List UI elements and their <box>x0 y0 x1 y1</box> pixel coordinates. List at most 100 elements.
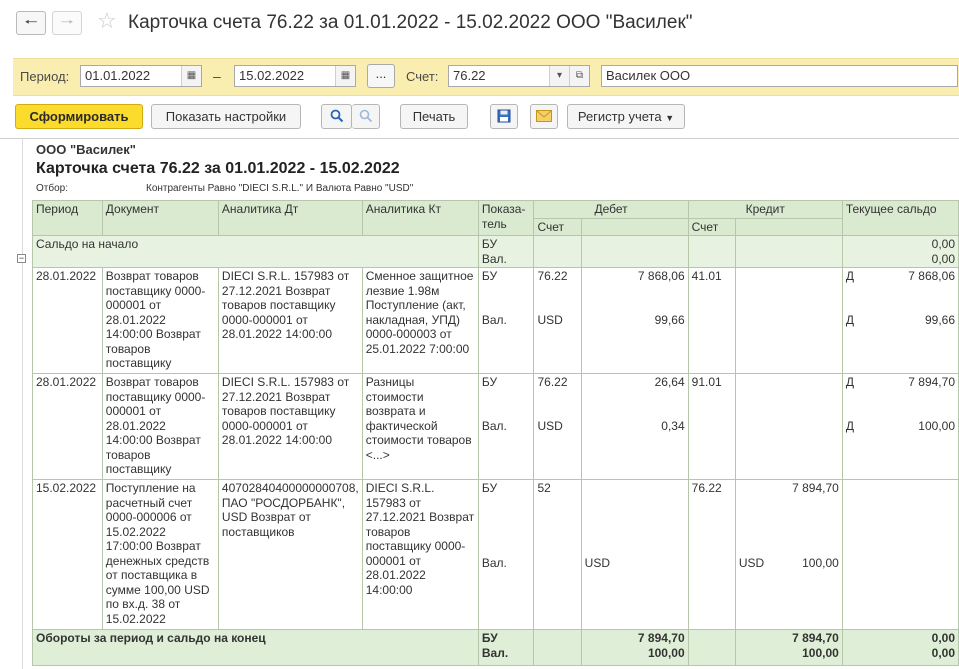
collapse-icon[interactable]: − <box>17 254 26 263</box>
header-document: Документ <box>101 200 219 236</box>
filter-value: Контрагенты Равно "DIECI S.R.L." И Валют… <box>146 183 414 194</box>
row-debit-amount: USD <box>580 479 689 630</box>
credit-currency-line: USD 100,00 <box>739 556 839 571</box>
search-button[interactable] <box>321 104 352 129</box>
row-date: 28.01.2022 <box>32 373 103 480</box>
table-row[interactable]: 15.02.2022 Поступление на расчетный счет… <box>32 479 959 630</box>
balance-bu: Д 7 894,70 <box>846 375 955 390</box>
register-menu-button[interactable]: Регистр учета ▼ <box>567 104 685 129</box>
show-settings-button[interactable]: Показать настройки <box>151 104 301 129</box>
period-dash: – <box>213 68 221 84</box>
print-button[interactable]: Печать <box>400 104 468 129</box>
chevron-down-icon[interactable]: ▾ <box>549 66 569 86</box>
indicator-val: Вал. <box>481 645 509 660</box>
indicator-bu: БУ <box>481 237 498 251</box>
row-debit-account: 76.22 USD <box>533 267 582 374</box>
indicator-val: Вал. <box>481 251 507 266</box>
indicator-bu: БУ <box>481 375 498 389</box>
date-from-value: 01.01.2022 <box>85 68 151 83</box>
header-analytics-dt: Аналитика Дт <box>217 200 363 236</box>
row-debit-amount: 7 868,06 99,66 <box>580 267 689 374</box>
debit-amount: 26,64 <box>654 375 685 389</box>
opening-balance-val: 0,00 <box>931 251 955 266</box>
debit-account: 76.22 <box>537 269 568 283</box>
totals-row[interactable]: Обороты за период и сальдо на конец БУ Ва… <box>32 629 959 666</box>
generate-button[interactable]: Сформировать <box>15 104 143 129</box>
debit-currency-amount: 99,66 <box>654 312 685 327</box>
opening-balance-row[interactable]: Сальдо на начало БУ Вал. 0,00 0,00 <box>32 235 959 268</box>
header-debit-amount <box>580 217 689 236</box>
table-row[interactable]: 28.01.2022 Возврат товаров поставщику 00… <box>32 373 959 480</box>
opening-balance-bu: 0,00 <box>931 237 955 251</box>
save-button[interactable] <box>490 104 518 129</box>
table-row[interactable]: 28.01.2022 Возврат товаров поставщику 00… <box>32 267 959 374</box>
row-analytics-kt: DIECI S.R.L. 157983 от 27.12.2021 Возвра… <box>361 479 479 630</box>
row-credit-amount <box>734 267 843 374</box>
row-credit-amount: 7 894,70 USD 100,00 <box>734 479 843 630</box>
totals-debit-bu: 7 894,70 <box>637 631 685 645</box>
opening-empty-cell <box>533 235 582 268</box>
title-bar: 🠐 🠒 ☆ Карточка счета 76.22 за 01.01.2022… <box>0 0 959 50</box>
totals-balance: 0,00 0,00 <box>841 629 959 666</box>
email-button[interactable] <box>530 104 558 129</box>
back-button[interactable]: 🠐 <box>16 11 46 35</box>
open-icon[interactable]: ⧉ <box>569 66 589 86</box>
save-icon <box>497 109 511 123</box>
balance-amount: 7 868,06 <box>908 269 955 283</box>
date-to-field[interactable]: 15.02.2022 ▦ <box>234 65 356 87</box>
row-document[interactable]: Поступление на расчетный счет 0000-00000… <box>101 479 219 630</box>
organization-field[interactable]: Василек ООО <box>601 65 958 87</box>
opening-empty-cell <box>580 235 689 268</box>
opening-empty-cell <box>734 235 843 268</box>
forward-button[interactable]: 🠒 <box>52 11 82 35</box>
totals-credit-val: 100,00 <box>802 645 839 660</box>
report-area[interactable]: − ООО "Василек" Карточка счета 76.22 за … <box>0 138 959 669</box>
date-from-field[interactable]: 01.01.2022 ▦ <box>80 65 202 87</box>
debit-currency: USD <box>537 418 563 433</box>
totals-balance-bu: 0,00 <box>931 631 955 645</box>
account-field[interactable]: 76.22 ▾ ⧉ <box>448 65 590 87</box>
indicator-bu: БУ <box>481 481 498 495</box>
header-indicator: Показа-тель <box>477 200 535 236</box>
balance-amount: 100,00 <box>918 418 955 433</box>
select-period-button[interactable]: ... <box>367 64 395 88</box>
search-cancel-icon <box>359 109 372 123</box>
header-analytics-kt: Аналитика Кт <box>361 200 479 236</box>
indicator-val: Вал. <box>481 418 507 433</box>
indicator-val: Вал. <box>481 555 507 570</box>
register-label: Регистр учета <box>577 109 662 124</box>
row-debit-account: 52 <box>533 479 582 630</box>
debit-currency-amount: 0,34 <box>661 418 685 433</box>
arrow-left-icon: 🠐 <box>24 14 38 31</box>
balance-val: Д 100,00 <box>846 419 955 434</box>
page-title: Карточка счета 76.22 за 01.01.2022 - 15.… <box>128 12 693 33</box>
star-icon[interactable]: ☆ <box>97 8 117 34</box>
row-date: 15.02.2022 <box>32 479 103 630</box>
balance-val: Д 99,66 <box>846 313 955 328</box>
totals-empty-cell <box>533 629 582 666</box>
calendar-icon[interactable]: ▦ <box>335 66 355 86</box>
totals-credit: 7 894,70 100,00 <box>734 629 843 666</box>
header-debit-account: Счет <box>533 217 582 236</box>
credit-currency-amount: 100,00 <box>802 555 839 570</box>
calendar-icon[interactable]: ▦ <box>181 66 201 86</box>
balance-side: Д <box>845 418 854 433</box>
credit-account: 91.01 <box>691 375 722 389</box>
row-indicator: БУ Вал. <box>477 267 535 374</box>
row-credit-amount <box>734 373 843 480</box>
row-analytics-dt: DIECI S.R.L. 157983 от 27.12.2021 Возвра… <box>217 373 363 480</box>
date-to-value: 15.02.2022 <box>239 68 305 83</box>
totals-empty-cell <box>687 629 736 666</box>
totals-balance-val: 0,00 <box>931 645 955 660</box>
row-debit-amount: 26,64 0,34 <box>580 373 689 480</box>
header-debit: Дебет <box>533 200 689 219</box>
row-indicator: БУ Вал. <box>477 373 535 480</box>
indicator-val: Вал. <box>481 312 507 327</box>
indicator-bu: БУ <box>481 631 498 645</box>
balance-side: Д <box>845 269 854 283</box>
row-document[interactable]: Возврат товаров поставщику 0000-000001 о… <box>101 373 219 480</box>
header-credit: Кредит <box>687 200 843 219</box>
search-clear-button[interactable] <box>352 104 380 129</box>
row-document[interactable]: Возврат товаров поставщику 0000-000001 о… <box>101 267 219 374</box>
row-indicator: БУ Вал. <box>477 479 535 630</box>
